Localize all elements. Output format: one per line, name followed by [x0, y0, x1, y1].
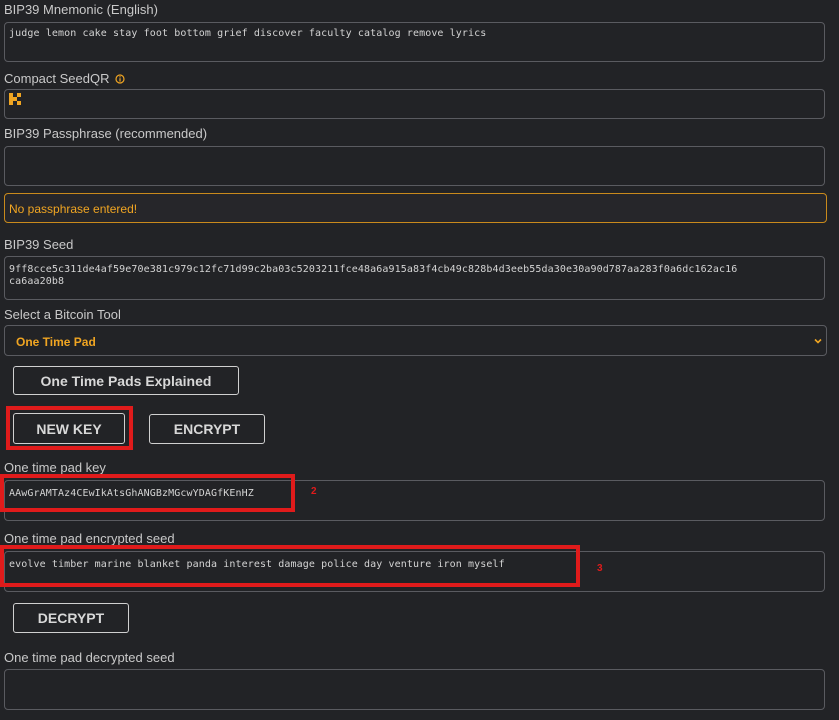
annotation-box-3	[0, 545, 580, 587]
page: BIP39 Mnemonic (English) judge lemon cak…	[0, 0, 839, 720]
passphrase-label: BIP39 Passphrase (recommended)	[4, 126, 208, 141]
annotation-number-3: 3	[597, 563, 603, 574]
qr-code-icon[interactable]	[9, 93, 21, 105]
annotation-box-2	[0, 474, 295, 512]
seed-field[interactable]: 9ff8cce5c311de4af59e70e381c979c12fc71d99…	[4, 256, 825, 300]
seedqr-field[interactable]	[4, 89, 825, 119]
mnemonic-label: BIP39 Mnemonic (English)	[4, 2, 158, 17]
mnemonic-value: judge lemon cake stay foot bottom grief …	[9, 28, 487, 39]
seed-value-line1: 9ff8cce5c311de4af59e70e381c979c12fc71d99…	[9, 264, 738, 275]
chevron-down-icon	[814, 338, 822, 344]
encrypt-button[interactable]: ENCRYPT	[149, 414, 265, 444]
passphrase-warning-text: No passphrase entered!	[9, 202, 138, 216]
passphrase-warning: No passphrase entered!	[4, 193, 827, 223]
tool-select-value: One Time Pad	[16, 335, 96, 349]
mnemonic-field[interactable]: judge lemon cake stay foot bottom grief …	[4, 22, 825, 62]
tool-label: Select a Bitcoin Tool	[4, 307, 121, 322]
annotation-number-2: 2	[311, 486, 317, 497]
otp-decrypted-field[interactable]	[4, 669, 825, 710]
info-icon[interactable]	[115, 74, 125, 84]
decrypt-button[interactable]: DECRYPT	[13, 603, 129, 633]
seed-value-line2: ca6aa20b8	[9, 276, 65, 287]
tool-select[interactable]: One Time Pad	[4, 325, 827, 356]
seedqr-label-text: Compact SeedQR	[4, 71, 110, 86]
passphrase-input[interactable]	[4, 146, 825, 186]
otp-decrypted-label: One time pad decrypted seed	[4, 650, 175, 665]
otp-encrypted-label: One time pad encrypted seed	[4, 531, 175, 546]
seedqr-label: Compact SeedQR	[4, 71, 125, 86]
otp-explained-button[interactable]: One Time Pads Explained	[13, 366, 239, 395]
seed-label: BIP39 Seed	[4, 237, 74, 252]
annotation-box-1	[6, 406, 133, 450]
otp-key-label: One time pad key	[4, 460, 106, 475]
seed-value: 9ff8cce5c311de4af59e70e381c979c12fc71d99…	[9, 264, 737, 288]
